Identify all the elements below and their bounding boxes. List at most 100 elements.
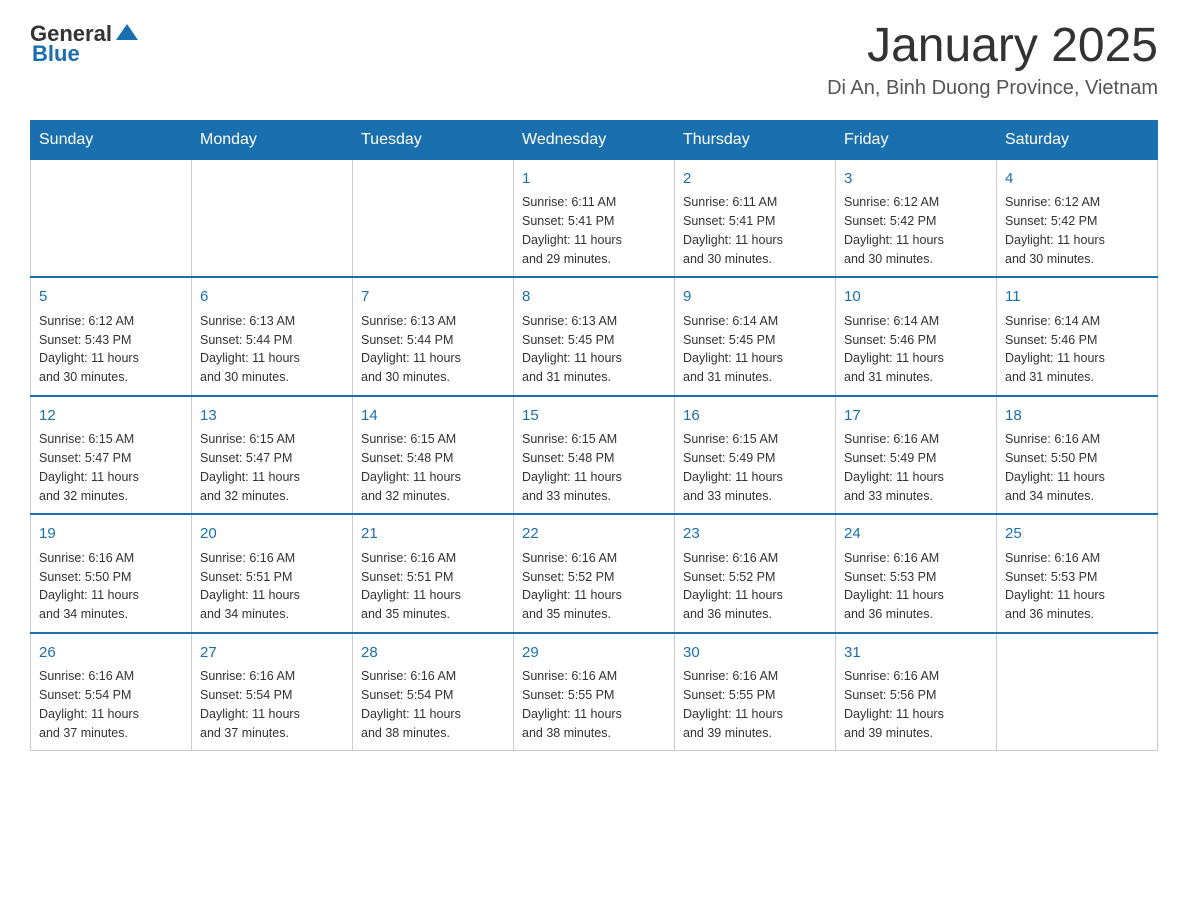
day-info-line: Sunrise: 6:16 AM	[200, 549, 344, 568]
day-info-line: Sunset: 5:52 PM	[522, 568, 666, 587]
day-info-line: Daylight: 11 hours	[522, 468, 666, 487]
day-info-line: Sunrise: 6:15 AM	[522, 430, 666, 449]
day-number: 22	[522, 523, 666, 546]
day-info-line: and 32 minutes.	[361, 487, 505, 506]
day-number: 18	[1005, 405, 1149, 428]
day-info-line: Sunset: 5:42 PM	[1005, 212, 1149, 231]
calendar-cell: 14Sunrise: 6:15 AMSunset: 5:48 PMDayligh…	[353, 396, 514, 515]
day-info-line: Sunrise: 6:16 AM	[522, 667, 666, 686]
day-number: 23	[683, 523, 827, 546]
day-info-line: Daylight: 11 hours	[361, 468, 505, 487]
day-info-line: Daylight: 11 hours	[522, 231, 666, 250]
weekday-header-thursday: Thursday	[675, 120, 836, 159]
logo-blue-text: Blue	[32, 41, 80, 67]
day-info-line: Sunset: 5:53 PM	[1005, 568, 1149, 587]
day-info-line: Sunrise: 6:16 AM	[683, 667, 827, 686]
calendar-cell: 19Sunrise: 6:16 AMSunset: 5:50 PMDayligh…	[31, 514, 192, 633]
day-info-line: and 32 minutes.	[39, 487, 183, 506]
day-info-line: Sunset: 5:49 PM	[683, 449, 827, 468]
calendar-cell: 1Sunrise: 6:11 AMSunset: 5:41 PMDaylight…	[514, 159, 675, 277]
calendar-cell: 13Sunrise: 6:15 AMSunset: 5:47 PMDayligh…	[192, 396, 353, 515]
day-info-line: and 31 minutes.	[683, 368, 827, 387]
calendar-cell: 21Sunrise: 6:16 AMSunset: 5:51 PMDayligh…	[353, 514, 514, 633]
day-number: 8	[522, 286, 666, 309]
day-info-line: Daylight: 11 hours	[361, 705, 505, 724]
day-info-line: and 30 minutes.	[361, 368, 505, 387]
day-info-line: and 34 minutes.	[39, 605, 183, 624]
day-info-line: Sunset: 5:50 PM	[39, 568, 183, 587]
day-number: 12	[39, 405, 183, 428]
day-info-line: Sunset: 5:48 PM	[522, 449, 666, 468]
calendar-week-row: 26Sunrise: 6:16 AMSunset: 5:54 PMDayligh…	[31, 633, 1158, 751]
day-number: 21	[361, 523, 505, 546]
day-info-line: Sunrise: 6:13 AM	[361, 312, 505, 331]
day-info-line: and 32 minutes.	[200, 487, 344, 506]
day-info-line: and 31 minutes.	[1005, 368, 1149, 387]
weekday-header-tuesday: Tuesday	[353, 120, 514, 159]
day-info-line: Daylight: 11 hours	[200, 705, 344, 724]
day-info-line: Sunset: 5:54 PM	[200, 686, 344, 705]
day-info-line: Sunrise: 6:16 AM	[844, 430, 988, 449]
day-info-line: and 29 minutes.	[522, 250, 666, 269]
day-info-line: Daylight: 11 hours	[39, 349, 183, 368]
day-info-line: Sunrise: 6:16 AM	[844, 667, 988, 686]
calendar-cell: 2Sunrise: 6:11 AMSunset: 5:41 PMDaylight…	[675, 159, 836, 277]
calendar-week-row: 19Sunrise: 6:16 AMSunset: 5:50 PMDayligh…	[31, 514, 1158, 633]
day-info-line: Daylight: 11 hours	[844, 586, 988, 605]
day-number: 5	[39, 286, 183, 309]
day-number: 2	[683, 168, 827, 191]
day-info-line: Sunset: 5:51 PM	[361, 568, 505, 587]
day-info-line: and 30 minutes.	[1005, 250, 1149, 269]
day-info-line: and 36 minutes.	[683, 605, 827, 624]
day-info-line: Daylight: 11 hours	[522, 349, 666, 368]
day-info-line: Daylight: 11 hours	[1005, 349, 1149, 368]
weekday-header-friday: Friday	[836, 120, 997, 159]
day-info-line: Sunset: 5:41 PM	[522, 212, 666, 231]
day-info-line: Sunrise: 6:16 AM	[39, 549, 183, 568]
day-number: 9	[683, 286, 827, 309]
logo: General Blue	[30, 20, 138, 67]
day-info-line: Sunrise: 6:16 AM	[683, 549, 827, 568]
day-info-line: Sunrise: 6:13 AM	[522, 312, 666, 331]
calendar-cell	[192, 159, 353, 277]
day-info-line: and 36 minutes.	[844, 605, 988, 624]
weekday-header-monday: Monday	[192, 120, 353, 159]
calendar-cell: 6Sunrise: 6:13 AMSunset: 5:44 PMDaylight…	[192, 277, 353, 396]
calendar-cell: 8 Sunrise: 6:13 AMSunset: 5:45 PMDaylight…	[514, 277, 675, 396]
day-info-line: and 31 minutes.	[844, 368, 988, 387]
day-info-line: Daylight: 11 hours	[522, 705, 666, 724]
calendar-cell: 16Sunrise: 6:15 AMSunset: 5:49 PMDayligh…	[675, 396, 836, 515]
day-info-line: Sunrise: 6:16 AM	[200, 667, 344, 686]
calendar-cell: 12Sunrise: 6:15 AMSunset: 5:47 PMDayligh…	[31, 396, 192, 515]
title-area: January 2025 Di An, Binh Duong Province,…	[827, 20, 1158, 100]
day-number: 20	[200, 523, 344, 546]
day-info-line: and 33 minutes.	[844, 487, 988, 506]
calendar-cell: 24Sunrise: 6:16 AMSunset: 5:53 PMDayligh…	[836, 514, 997, 633]
day-info-line: Sunrise: 6:15 AM	[39, 430, 183, 449]
day-info-line: Daylight: 11 hours	[683, 349, 827, 368]
weekday-header-row: SundayMondayTuesdayWednesdayThursdayFrid…	[31, 120, 1158, 159]
day-info-line: Sunset: 5:45 PM	[522, 331, 666, 350]
day-info-line: Sunrise: 6:16 AM	[1005, 549, 1149, 568]
logo-triangle-icon	[116, 22, 138, 42]
day-info-line: and 35 minutes.	[361, 605, 505, 624]
day-info-line: Sunset: 5:49 PM	[844, 449, 988, 468]
day-info-line: and 37 minutes.	[200, 724, 344, 743]
calendar-cell: 30Sunrise: 6:16 AMSunset: 5:55 PMDayligh…	[675, 633, 836, 751]
calendar-cell: 4Sunrise: 6:12 AMSunset: 5:42 PMDaylight…	[997, 159, 1158, 277]
day-number: 29	[522, 642, 666, 665]
day-number: 11	[1005, 286, 1149, 309]
day-info-line: Sunrise: 6:16 AM	[1005, 430, 1149, 449]
day-info-line: Sunrise: 6:15 AM	[683, 430, 827, 449]
calendar-week-row: 12Sunrise: 6:15 AMSunset: 5:47 PMDayligh…	[31, 396, 1158, 515]
day-info-line: Daylight: 11 hours	[683, 705, 827, 724]
day-info-line: and 36 minutes.	[1005, 605, 1149, 624]
day-info-line: Daylight: 11 hours	[200, 349, 344, 368]
day-info-line: Daylight: 11 hours	[361, 349, 505, 368]
day-info-line: Sunset: 5:44 PM	[361, 331, 505, 350]
day-info-line: and 39 minutes.	[844, 724, 988, 743]
weekday-header-sunday: Sunday	[31, 120, 192, 159]
day-number: 14	[361, 405, 505, 428]
day-info-line: and 30 minutes.	[844, 250, 988, 269]
day-info-line: Sunrise: 6:16 AM	[361, 549, 505, 568]
